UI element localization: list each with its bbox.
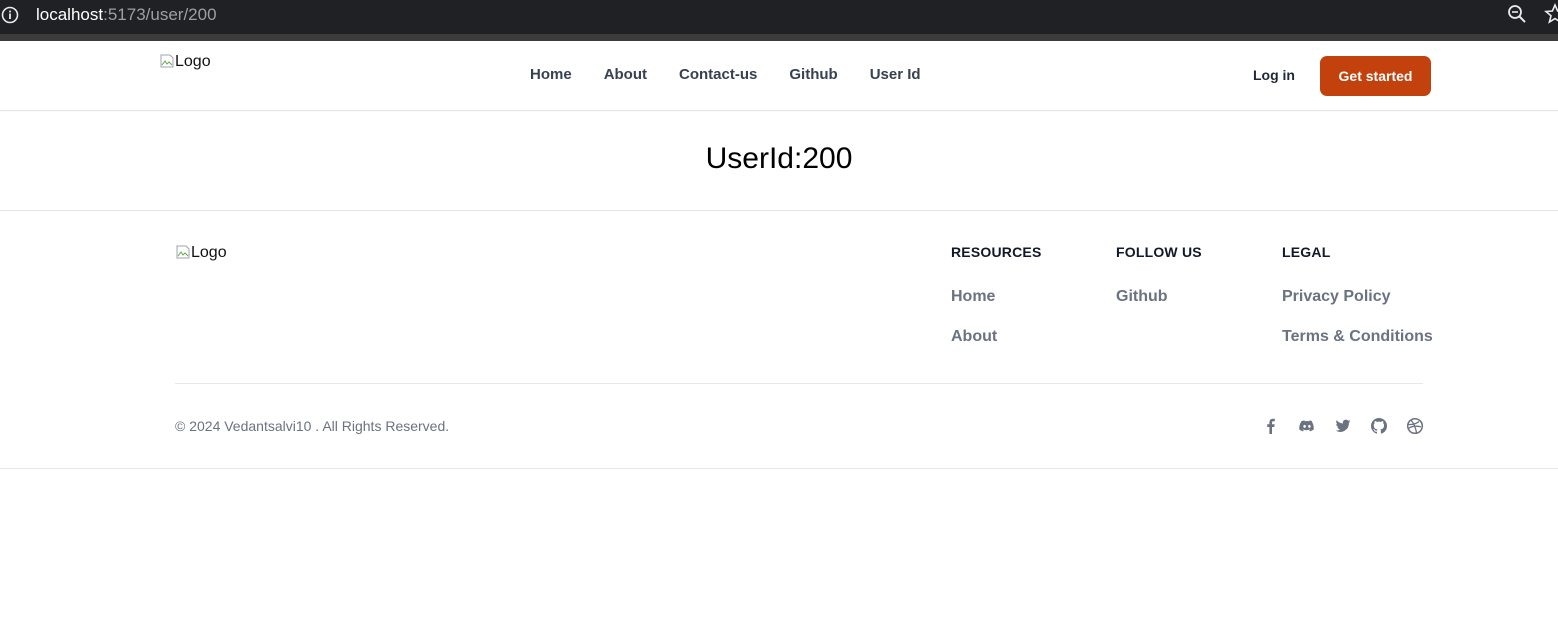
page-bottom-divider — [0, 468, 1558, 469]
copyright-text: © 2024 Vedantsalvi10 . All Rights Reserv… — [175, 418, 450, 434]
footer-logo[interactable]: Logo — [175, 244, 227, 262]
broken-image-icon — [160, 54, 174, 68]
browser-address-bar: localhost:5173/user/200 — [0, 0, 1558, 34]
footer-logo-alt: Logo — [191, 244, 227, 261]
nav-about[interactable]: About — [604, 66, 647, 83]
header-logo-alt: Logo — [175, 53, 211, 70]
footer-column-legal: LEGAL Privacy Policy Terms & Conditions — [1282, 244, 1433, 368]
footer-link-about[interactable]: About — [951, 328, 1041, 346]
browser-toolbar-edge — [0, 34, 1558, 41]
site-info-icon[interactable] — [0, 5, 20, 25]
dribbble-icon[interactable] — [1406, 417, 1424, 435]
footer-heading-follow-us: FOLLOW US — [1116, 244, 1202, 260]
page-title: UserId:200 — [705, 142, 853, 175]
footer-heading-legal: LEGAL — [1282, 244, 1331, 260]
footer-divider — [0, 210, 1558, 211]
social-links — [1262, 417, 1424, 435]
discord-icon[interactable] — [1298, 417, 1316, 435]
broken-image-icon — [176, 245, 190, 259]
zoom-icon[interactable] — [1506, 3, 1528, 25]
nav-home[interactable]: Home — [530, 66, 572, 83]
footer-link-terms-conditions[interactable]: Terms & Conditions — [1282, 328, 1433, 346]
site-header: Logo Home About Contact-us Github User I… — [0, 41, 1558, 111]
url-host: localhost — [36, 5, 104, 24]
footer-link-privacy-policy[interactable]: Privacy Policy — [1282, 288, 1433, 306]
url-path: :5173/user/200 — [103, 5, 217, 24]
footer-column-resources: RESOURCES Home About — [951, 244, 1041, 368]
twitter-icon[interactable] — [1334, 417, 1352, 435]
url-field[interactable]: localhost:5173/user/200 — [36, 5, 217, 25]
login-link[interactable]: Log in — [1253, 67, 1295, 83]
header-logo[interactable]: Logo — [159, 53, 211, 71]
nav-github[interactable]: Github — [789, 66, 837, 83]
footer-rule — [175, 383, 1423, 384]
nav-user-id[interactable]: User Id — [870, 66, 921, 83]
bookmark-star-icon[interactable] — [1544, 2, 1558, 25]
main-nav: Home About Contact-us Github User Id — [530, 66, 953, 83]
nav-contact-us[interactable]: Contact-us — [679, 66, 757, 83]
footer-column-follow-us: FOLLOW US Github — [1116, 244, 1202, 328]
facebook-icon[interactable] — [1262, 417, 1280, 435]
get-started-button[interactable]: Get started — [1320, 56, 1431, 96]
footer-heading-resources: RESOURCES — [951, 244, 1042, 260]
footer-link-home[interactable]: Home — [951, 288, 1041, 306]
github-icon[interactable] — [1370, 417, 1388, 435]
footer-link-github[interactable]: Github — [1116, 288, 1202, 306]
